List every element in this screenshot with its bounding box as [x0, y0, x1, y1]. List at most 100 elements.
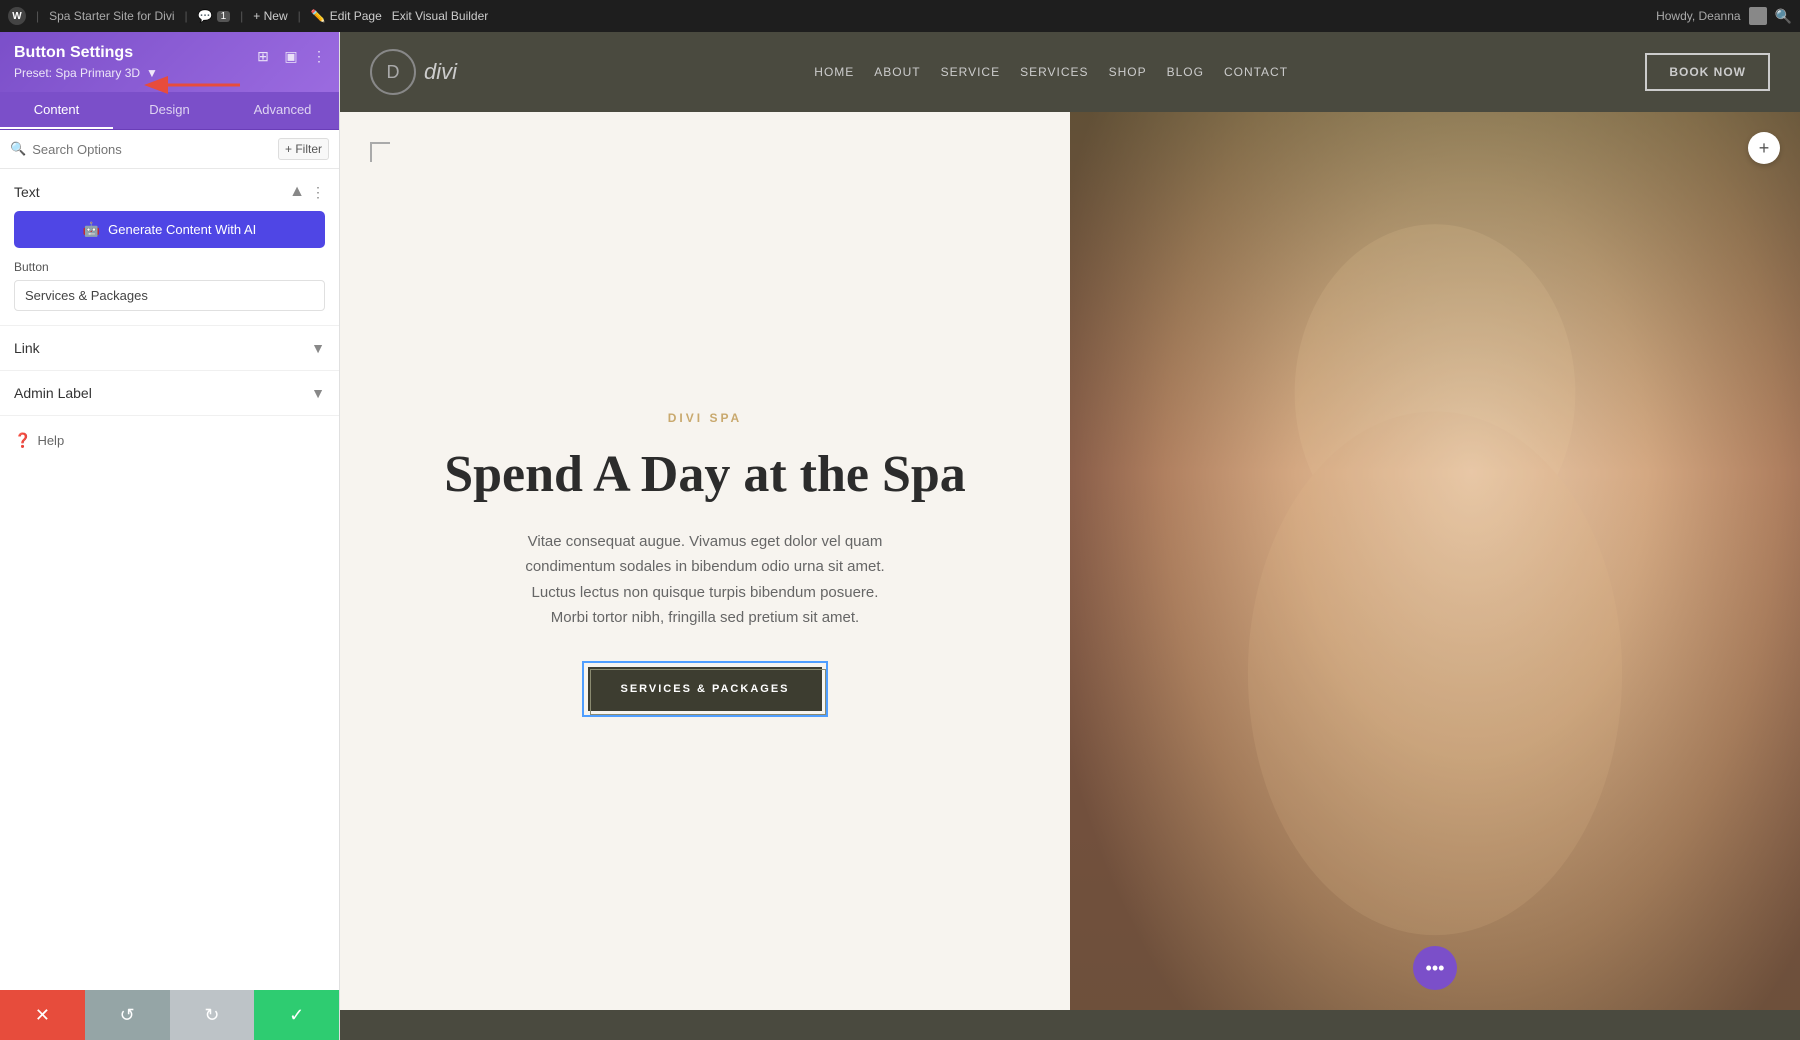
- menu-item-contact[interactable]: CONTACT: [1224, 65, 1288, 79]
- section-more-icon[interactable]: ⋮: [311, 184, 325, 201]
- undo-button[interactable]: ↺: [85, 990, 170, 1040]
- text-section-header[interactable]: Text ▲ ⋮: [0, 169, 339, 211]
- footer-strip: [340, 1010, 1800, 1040]
- help-icon: ❓: [14, 432, 31, 449]
- help-section[interactable]: ❓ Help: [0, 416, 339, 465]
- panel-header: Button Settings Preset: Spa Primary 3D ▼…: [0, 32, 339, 92]
- link-section-header[interactable]: Link ▼: [0, 326, 339, 370]
- link-section: Link ▼: [0, 326, 339, 371]
- site-menu: HOME ABOUT SERVICE SERVICES SHOP BLOG CO…: [814, 65, 1288, 79]
- logo-text: divi: [424, 59, 457, 85]
- ai-button-label: Generate Content With AI: [108, 222, 256, 237]
- edit-icon: ✏️: [311, 9, 326, 23]
- ai-icon: 🤖: [83, 221, 100, 238]
- admin-bar-right: Howdy, Deanna 🔍: [1656, 7, 1792, 25]
- menu-item-service[interactable]: SERVICE: [941, 65, 1000, 79]
- bottom-action-bar: ✕ ↺ ↻ ✓: [0, 990, 339, 1040]
- preset-label: Preset: Spa Primary 3D: [14, 66, 140, 80]
- admin-separator-3: |: [240, 9, 243, 23]
- right-content: D divi HOME ABOUT SERVICE SERVICES SHOP …: [340, 32, 1800, 1040]
- help-label: Help: [37, 433, 64, 448]
- button-field-label: Button: [14, 260, 325, 274]
- link-section-title: Link: [14, 340, 40, 356]
- hero-body: Vitae consequat augue. Vivamus eget dolo…: [515, 529, 895, 631]
- hero-title: Spend A Day at the Spa: [444, 445, 966, 505]
- button-text-input[interactable]: [14, 280, 325, 311]
- section-icons: ▲ ⋮: [289, 183, 325, 201]
- logo-circle: D: [370, 49, 416, 95]
- columns-icon[interactable]: ▣: [281, 46, 301, 66]
- menu-item-services[interactable]: SERVICES: [1020, 65, 1088, 79]
- redo-button[interactable]: ↻: [170, 990, 255, 1040]
- three-dots-icon: •••: [1426, 958, 1445, 979]
- edit-page-link[interactable]: ✏️ Edit Page: [311, 9, 382, 23]
- book-now-button[interactable]: BOOK NOW: [1645, 53, 1770, 91]
- more-icon[interactable]: ⋮: [309, 46, 329, 66]
- woman-photo: [1070, 112, 1800, 1010]
- tab-advanced[interactable]: Advanced: [226, 92, 339, 129]
- text-section-title: Text: [14, 184, 40, 200]
- generate-ai-button[interactable]: 🤖 Generate Content With AI: [14, 211, 325, 248]
- edit-page-label: Edit Page: [330, 9, 382, 23]
- panel-content: Text ▲ ⋮ 🤖 Generate Content With AI Butt…: [0, 169, 339, 990]
- menu-item-about[interactable]: ABOUT: [874, 65, 920, 79]
- preset-dropdown-icon: ▼: [146, 66, 158, 80]
- cta-wrapper: SERVICES & PACKAGES: [588, 667, 821, 711]
- search-icon-panel: 🔍: [10, 141, 26, 157]
- admin-bar: W | Spa Starter Site for Divi | 💬 1 | + …: [0, 0, 1800, 32]
- logo-icon: D: [387, 62, 400, 83]
- menu-item-home[interactable]: HOME: [814, 65, 854, 79]
- search-bar: 🔍 + Filter: [0, 130, 339, 169]
- hero-cta-button[interactable]: SERVICES & PACKAGES: [588, 667, 821, 711]
- collapse-icon[interactable]: ▲: [289, 183, 305, 201]
- filter-button[interactable]: + Filter: [278, 138, 329, 160]
- comments-link[interactable]: 💬 1: [198, 9, 231, 23]
- comments-count: 1: [217, 11, 231, 22]
- admin-label-title: Admin Label: [14, 385, 92, 401]
- close-button[interactable]: ✕: [0, 990, 85, 1040]
- hero-subtitle: DIVI SPA: [668, 411, 742, 425]
- search-icon[interactable]: 🔍: [1775, 8, 1792, 25]
- admin-separator: |: [36, 9, 39, 23]
- redo-icon: ↻: [204, 1005, 219, 1026]
- panel-preset[interactable]: Preset: Spa Primary 3D ▼: [14, 66, 325, 80]
- menu-item-shop[interactable]: SHOP: [1109, 65, 1147, 79]
- main-layout: Button Settings Preset: Spa Primary 3D ▼…: [0, 32, 1800, 1040]
- search-options-input[interactable]: [32, 142, 272, 157]
- hero-left: DIVI SPA Spend A Day at the Spa Vitae co…: [340, 112, 1070, 1010]
- three-dots-button[interactable]: •••: [1413, 946, 1457, 990]
- close-icon: ✕: [35, 1005, 50, 1026]
- panel-header-icons: ⊞ ▣ ⋮: [253, 46, 329, 66]
- site-logo: D divi: [370, 49, 457, 95]
- menu-item-blog[interactable]: BLOG: [1167, 65, 1204, 79]
- admin-label-collapse-icon: ▼: [311, 385, 325, 401]
- save-icon: ✓: [289, 1005, 304, 1026]
- admin-separator-4: |: [298, 9, 301, 23]
- left-panel: Button Settings Preset: Spa Primary 3D ▼…: [0, 32, 340, 1040]
- site-nav: D divi HOME ABOUT SERVICE SERVICES SHOP …: [340, 32, 1800, 112]
- admin-bar-left: W | Spa Starter Site for Divi | 💬 1 | + …: [8, 7, 1644, 25]
- wordpress-logo[interactable]: W: [8, 7, 26, 25]
- tab-design[interactable]: Design: [113, 92, 226, 129]
- user-avatar[interactable]: [1749, 7, 1767, 25]
- howdy-text: Howdy, Deanna: [1656, 9, 1741, 23]
- edit-bracket: [370, 142, 390, 162]
- button-field-group: Button: [0, 260, 339, 325]
- hero-right: + •••: [1070, 112, 1800, 1010]
- hero-section: DIVI SPA Spend A Day at the Spa Vitae co…: [340, 112, 1800, 1010]
- tab-bar: Content Design Advanced: [0, 92, 339, 130]
- plus-button[interactable]: +: [1748, 132, 1780, 164]
- tab-content[interactable]: Content: [0, 92, 113, 129]
- comment-icon: 💬: [198, 9, 213, 23]
- save-button[interactable]: ✓: [254, 990, 339, 1040]
- undo-icon: ↺: [120, 1005, 135, 1026]
- admin-label-section: Admin Label ▼: [0, 371, 339, 416]
- new-link[interactable]: + New: [253, 9, 287, 23]
- link-collapse-icon: ▼: [311, 340, 325, 356]
- responsive-icon[interactable]: ⊞: [253, 46, 273, 66]
- admin-separator-2: |: [185, 9, 188, 23]
- text-section: Text ▲ ⋮ 🤖 Generate Content With AI Butt…: [0, 169, 339, 326]
- exit-builder-link[interactable]: Exit Visual Builder: [392, 9, 489, 23]
- site-name-link[interactable]: Spa Starter Site for Divi: [49, 9, 174, 23]
- admin-label-header[interactable]: Admin Label ▼: [0, 371, 339, 415]
